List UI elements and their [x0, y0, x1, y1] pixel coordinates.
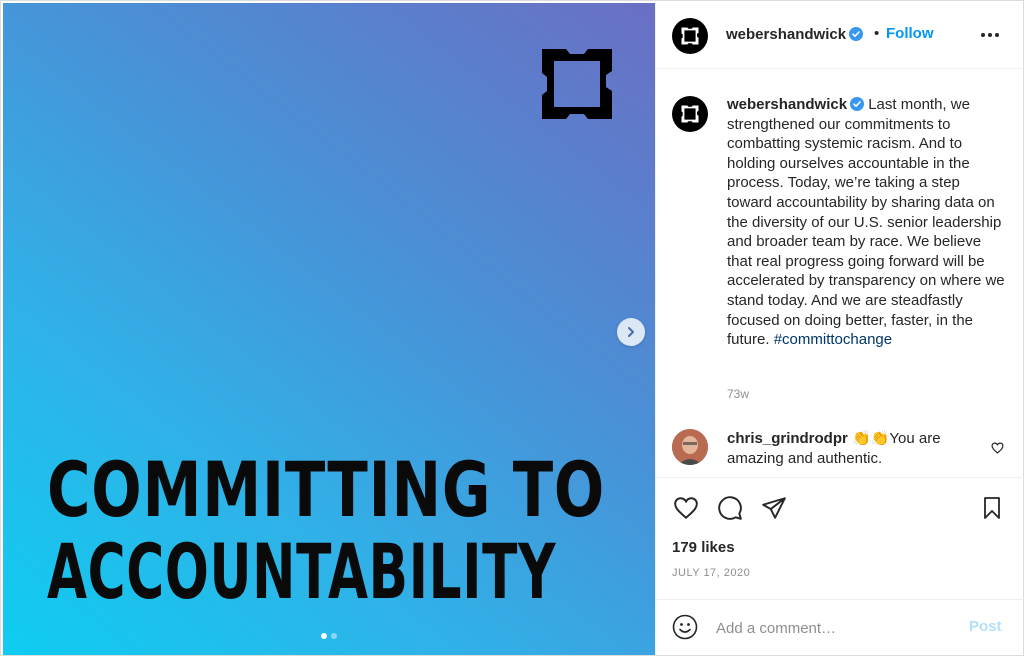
- webershandwick-logo-icon: [681, 27, 699, 45]
- comments-section: webershandwick Last month, we strengthen…: [656, 69, 1024, 477]
- comment-input[interactable]: [716, 616, 956, 640]
- post-headline: COMMITTING TO ACCOUNTABILITY: [47, 449, 647, 613]
- verified-badge-icon: [850, 97, 865, 111]
- send-icon: [762, 497, 786, 519]
- post-media[interactable]: COMMITTING TO ACCOUNTABILITY: [3, 3, 655, 655]
- headline-line-1: COMMITTING TO: [47, 445, 606, 534]
- smiley-icon: [672, 614, 698, 640]
- save-button[interactable]: [978, 494, 1006, 522]
- post-date[interactable]: JULY 17, 2020: [672, 567, 750, 579]
- comment-username[interactable]: chris_grindrodpr: [727, 430, 848, 447]
- carousel-dot: [331, 633, 337, 639]
- comment-icon: [718, 496, 742, 520]
- comment-button[interactable]: [716, 494, 744, 522]
- likes-count[interactable]: 179 likes: [672, 539, 735, 556]
- instagram-post-frame: COMMITTING TO ACCOUNTABILITY webershandw…: [0, 0, 1024, 656]
- like-button[interactable]: [672, 494, 700, 522]
- chevron-right-icon: [628, 327, 634, 337]
- verified-badge-icon: [849, 27, 864, 41]
- webershandwick-logo-icon: [681, 105, 699, 123]
- carousel-dot-active: [321, 633, 327, 639]
- more-options-button[interactable]: [976, 23, 1004, 47]
- post-sidebar: webershandwick • Follow webershandwick L…: [655, 3, 1024, 655]
- header-username[interactable]: webershandwick: [726, 26, 864, 43]
- webershandwick-logo-icon: [542, 49, 612, 119]
- caption-text: Last month, we strengthened our commitme…: [727, 96, 1005, 349]
- header-separator: •: [874, 25, 880, 42]
- headline-line-2: ACCOUNTABILITY: [47, 527, 557, 616]
- comment-emoji: 👏👏: [852, 430, 890, 447]
- heart-icon: [674, 497, 698, 520]
- add-comment-bar: Post: [656, 599, 1024, 655]
- post-header: webershandwick • Follow: [656, 3, 1024, 69]
- caption-timestamp[interactable]: 73w: [727, 387, 749, 401]
- post-comment-button[interactable]: Post: [969, 618, 1002, 635]
- header-username-text[interactable]: webershandwick: [726, 26, 846, 43]
- comment-like-button[interactable]: [991, 441, 1004, 459]
- caption-avatar[interactable]: [672, 96, 708, 132]
- post-caption: webershandwick Last month, we strengthen…: [727, 95, 1009, 350]
- commenter-photo-icon: [672, 429, 708, 465]
- hashtag-link[interactable]: #committochange: [774, 331, 892, 348]
- next-slide-button[interactable]: [617, 318, 645, 346]
- heart-outline-icon: [991, 442, 1004, 454]
- share-button[interactable]: [760, 494, 788, 522]
- follow-button[interactable]: Follow: [886, 25, 934, 42]
- avatar[interactable]: [672, 18, 708, 54]
- action-bar: [656, 477, 1024, 537]
- commenter-avatar[interactable]: [672, 429, 708, 465]
- comment-item: chris_grindrodpr 👏👏You are amazing and a…: [727, 429, 987, 468]
- more-horizontal-icon: [981, 33, 999, 37]
- bookmark-icon: [984, 497, 1000, 519]
- emoji-button[interactable]: [672, 614, 698, 645]
- caption-username[interactable]: webershandwick: [727, 96, 847, 113]
- carousel-indicator: [321, 633, 337, 639]
